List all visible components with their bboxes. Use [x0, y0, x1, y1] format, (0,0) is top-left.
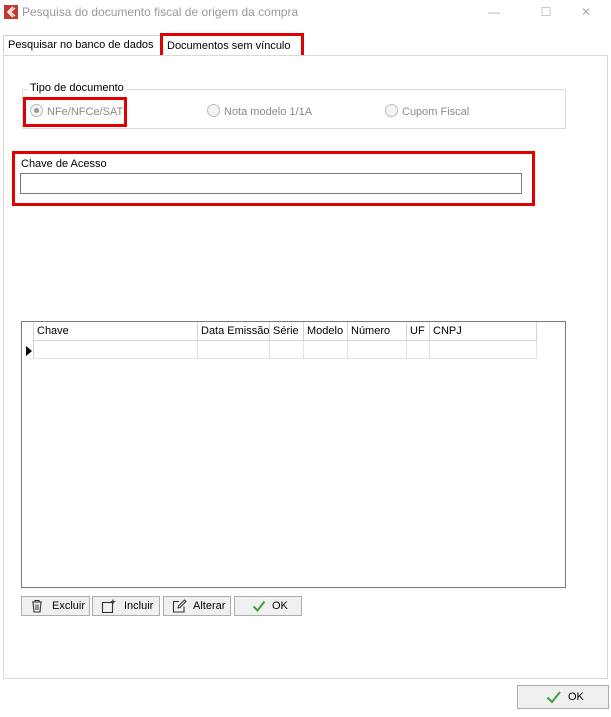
excluir-label: Excluir: [52, 600, 86, 612]
column-header-data-emissao[interactable]: Data Emissão: [198, 322, 270, 341]
radio-cupom-fiscal[interactable]: Cupom Fiscal: [385, 104, 469, 118]
app-logo-icon: [4, 5, 18, 19]
check-icon: [546, 691, 561, 704]
radio-label: Nota modelo 1/1A: [224, 106, 313, 118]
close-button[interactable]: ✕: [564, 0, 608, 24]
minimize-button[interactable]: —: [472, 0, 516, 24]
table-cell[interactable]: [430, 341, 537, 359]
grid-ok-button[interactable]: OK: [234, 596, 302, 616]
radio-nota-modelo[interactable]: Nota modelo 1/1A: [207, 104, 312, 118]
column-header-serie[interactable]: Série: [270, 322, 304, 341]
highlight-box-radio: [23, 97, 127, 127]
table-cell[interactable]: [34, 341, 198, 359]
window-title: Pesquisa do documento fiscal de origem d…: [22, 5, 299, 19]
table-cell[interactable]: [198, 341, 270, 359]
column-header-chave[interactable]: Chave: [34, 322, 198, 341]
table-cell[interactable]: [407, 341, 430, 359]
column-header-cnpj[interactable]: CNPJ: [430, 322, 537, 341]
tab-pesquisar-banco[interactable]: Pesquisar no banco de dados: [3, 35, 163, 54]
maximize-button[interactable]: ☐: [524, 0, 568, 24]
edit-icon: [172, 599, 187, 613]
table-cell[interactable]: [270, 341, 304, 359]
ok-button[interactable]: OK: [517, 685, 609, 709]
alterar-label: Alterar: [193, 600, 226, 612]
add-document-icon: [101, 599, 116, 613]
table-cell[interactable]: [348, 341, 407, 359]
radio-icon: [207, 104, 220, 117]
title-bar: Pesquisa do documento fiscal de origem d…: [0, 0, 611, 24]
column-header-numero[interactable]: Número: [348, 322, 407, 341]
check-icon: [252, 600, 266, 613]
radio-label: Cupom Fiscal: [402, 106, 470, 118]
current-row-arrow-icon: [26, 346, 32, 356]
incluir-label: Incluir: [124, 600, 154, 612]
alterar-button[interactable]: Alterar: [163, 596, 231, 616]
ok-label: OK: [568, 691, 584, 703]
excluir-button[interactable]: Excluir: [21, 596, 90, 616]
trash-icon: [32, 599, 42, 613]
tipo-documento-legend: Tipo de documento: [28, 82, 126, 94]
chave-acesso-label: Chave de Acesso: [21, 158, 107, 170]
documents-grid[interactable]: Chave Data Emissão Série Modelo Número U…: [21, 321, 566, 588]
radio-icon: [385, 104, 398, 117]
tab-bar: Pesquisar no banco de dados Documentos s…: [3, 33, 603, 59]
table-cell[interactable]: [304, 341, 348, 359]
column-header-uf[interactable]: UF: [407, 322, 430, 341]
chave-acesso-input[interactable]: [20, 173, 522, 194]
grid-ok-label: OK: [272, 600, 288, 612]
column-header-modelo[interactable]: Modelo: [304, 322, 348, 341]
incluir-button[interactable]: Incluir: [92, 596, 160, 616]
